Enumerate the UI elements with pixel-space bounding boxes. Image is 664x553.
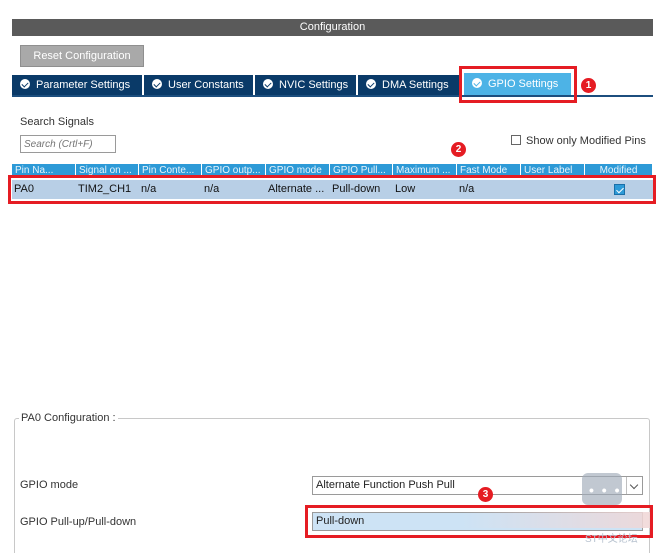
check-circle-icon bbox=[152, 79, 162, 89]
gpio-mode-label: GPIO mode bbox=[20, 479, 79, 491]
tab-user-constants[interactable]: User Constants bbox=[144, 75, 254, 95]
tab-label: DMA Settings bbox=[382, 79, 449, 91]
show-modified-checkbox[interactable]: Show only Modified Pins bbox=[511, 135, 646, 147]
search-signals-label: Search Signals bbox=[20, 116, 94, 128]
gpio-pull-label: GPIO Pull-up/Pull-down bbox=[20, 516, 137, 528]
chat-bubble-icon: • • • bbox=[582, 473, 622, 505]
tab-dma-settings[interactable]: DMA Settings bbox=[358, 75, 461, 95]
tab-label: Parameter Settings bbox=[36, 79, 131, 91]
check-circle-icon bbox=[366, 79, 376, 89]
tab-label: NVIC Settings bbox=[279, 79, 349, 91]
check-circle-icon bbox=[263, 79, 273, 89]
marker-3: 3 bbox=[478, 487, 493, 502]
check-circle-icon bbox=[20, 79, 30, 89]
tab-label: User Constants bbox=[168, 79, 244, 91]
watermark-text: ST中文论坛 bbox=[585, 534, 638, 545]
marker-1: 1 bbox=[581, 78, 596, 93]
gpio-mode-value: Alternate Function Push Pull bbox=[316, 479, 455, 491]
tab-parameter-settings[interactable]: Parameter Settings bbox=[12, 75, 143, 95]
highlight-pa0-row bbox=[8, 175, 656, 204]
pa0-configuration-legend: PA0 Configuration : bbox=[19, 412, 118, 424]
highlight-gpio-tab bbox=[459, 66, 577, 103]
show-modified-label: Show only Modified Pins bbox=[526, 135, 646, 147]
chevron-down-icon bbox=[626, 477, 642, 494]
window-title: Configuration bbox=[12, 19, 653, 36]
marker-2: 2 bbox=[451, 142, 466, 157]
reset-configuration-button[interactable]: Reset Configuration bbox=[20, 45, 144, 67]
checkbox-icon bbox=[511, 135, 521, 145]
search-input[interactable] bbox=[20, 135, 116, 153]
tab-nvic-settings[interactable]: NVIC Settings bbox=[255, 75, 357, 95]
